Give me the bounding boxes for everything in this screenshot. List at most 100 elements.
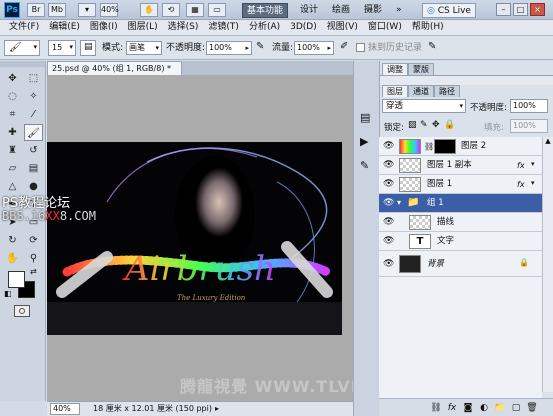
layer-row-group-1[interactable]: 👁 ▾ 📁 组 1 (379, 194, 542, 213)
menu-view[interactable]: 视图(V) (322, 20, 363, 35)
marquee-tool-icon[interactable]: ⬚ (24, 70, 43, 87)
bridge-button[interactable]: Br (27, 3, 45, 17)
foreground-color-swatch-top[interactable] (8, 271, 25, 288)
menu-3d[interactable]: 3D(D) (285, 20, 322, 35)
brush-size-picker[interactable]: 15 ▾ (48, 40, 76, 56)
tab-masks[interactable]: 蒙版 (408, 63, 434, 75)
minimize-button[interactable]: – (496, 3, 511, 16)
expand-triangle-icon[interactable]: ▾ (397, 198, 401, 207)
layer-row-layer-2[interactable]: 👁 ⛓ 图层 2 (379, 137, 542, 156)
blend-mode-select[interactable]: 穿透 ▾ (382, 99, 466, 113)
chevron-down-icon[interactable]: ▾ (531, 160, 535, 168)
fx-badge[interactable]: fx (517, 159, 525, 172)
airbrush-icon[interactable]: ✐ (340, 41, 348, 52)
tool-presets-icon[interactable]: ✎ (360, 159, 369, 172)
swap-colors-icon[interactable]: ⇄ (30, 267, 37, 276)
fx-badge[interactable]: fx (517, 178, 525, 191)
lock-all-icon[interactable]: 🔒 (444, 120, 455, 130)
mini-bridge-button[interactable]: Mb (48, 3, 66, 17)
rotate-view-icon[interactable]: ⟲ (162, 3, 180, 17)
chevron-down-icon[interactable]: ▾ (531, 179, 535, 187)
info-menu-icon[interactable]: ▸ (215, 402, 219, 416)
eye-icon[interactable]: 👁 (383, 217, 394, 227)
healing-tool-icon[interactable]: ✚ (3, 124, 22, 141)
scroll-up-icon[interactable]: ▲ (543, 137, 553, 145)
arrange-documents-icon[interactable]: ▦ (186, 3, 204, 17)
layers-scrollbar[interactable]: ▲ (542, 137, 553, 392)
3d-rotate-tool-icon[interactable]: ↻ (3, 232, 22, 249)
lasso-tool-icon[interactable]: ◌ (3, 88, 22, 105)
default-colors-icon[interactable]: ◧ (4, 289, 12, 298)
brush-tool-icon[interactable]: 🖌 (24, 124, 43, 141)
mode-select[interactable]: 画笔 ▾ (126, 41, 162, 55)
cs-live-button[interactable]: ◎ CS Live (422, 3, 476, 18)
tool-preset-picker[interactable]: 🖌 ▾ (4, 40, 40, 56)
close-window-button[interactable]: × (530, 3, 545, 16)
history-brush-tool-icon[interactable]: ↺ (24, 142, 43, 159)
eyedropper-tool-icon[interactable]: ⁄ (24, 106, 43, 123)
canvas-image[interactable]: Airbrush The Luxury Edition (47, 142, 342, 335)
opacity-input[interactable]: 100% ▸ (206, 41, 252, 55)
menu-file[interactable]: 文件(F) (4, 20, 44, 35)
history-panel-icon[interactable]: ▤ (360, 111, 370, 124)
lock-image-icon[interactable]: ✎ (420, 120, 428, 130)
brush-panel-toggle[interactable]: ▤ (80, 40, 96, 56)
eye-icon[interactable]: 👁 (383, 259, 394, 269)
tablet-size-icon[interactable]: ✎ (428, 41, 436, 52)
tab-adjustments[interactable]: 调整 (382, 63, 408, 75)
menu-select[interactable]: 选择(S) (163, 20, 204, 35)
menu-image[interactable]: 图像(I) (85, 20, 123, 35)
adjustment-layer-icon[interactable]: ◐ (477, 402, 491, 414)
eye-icon[interactable]: 👁 (383, 198, 394, 208)
eye-icon[interactable]: 👁 (383, 179, 394, 189)
workspace-design-button[interactable]: 设计 (296, 3, 322, 18)
hand-tool-icon[interactable]: ✋ (3, 250, 22, 267)
menu-layer[interactable]: 图层(L) (123, 20, 163, 35)
trash-icon[interactable]: 🗑 (525, 402, 539, 414)
crop-tool-icon[interactable]: ⌗ (3, 106, 22, 123)
workspace-painting-button[interactable]: 绘画 (328, 3, 354, 18)
tab-channels[interactable]: 通道 (408, 85, 434, 97)
new-group-icon[interactable]: 📁 (493, 402, 507, 414)
3d-orbit-tool-icon[interactable]: ⟳ (24, 232, 43, 249)
gradient-tool-icon[interactable]: ▤ (24, 160, 43, 177)
history-checkbox[interactable] (356, 43, 365, 52)
menu-filter[interactable]: 滤镜(T) (203, 20, 244, 35)
move-tool-icon[interactable]: ✥ (3, 70, 22, 87)
eye-icon[interactable]: 👁 (383, 141, 394, 151)
menu-edit[interactable]: 编辑(E) (44, 20, 85, 35)
fill-input[interactable]: 100% (510, 119, 548, 133)
quick-mask-icon[interactable] (14, 305, 30, 317)
zoom-tool-icon[interactable]: ⚲ (24, 250, 43, 267)
flow-input[interactable]: 100% ▸ (294, 41, 334, 55)
hand-tool-icon[interactable]: ✋ (140, 3, 158, 17)
lock-position-icon[interactable]: ✥ (432, 120, 440, 130)
workspace-photography-button[interactable]: 摄影 (360, 3, 386, 18)
eye-icon[interactable]: 👁 (383, 236, 394, 246)
eye-icon[interactable]: 👁 (383, 160, 394, 170)
layer-row-background[interactable]: 👁 背景 🔒 (379, 251, 542, 277)
workspace-overflow-button[interactable]: » (392, 3, 406, 18)
menu-window[interactable]: 窗口(W) (363, 20, 407, 35)
clone-stamp-tool-icon[interactable]: ♜ (3, 142, 22, 159)
tab-paths[interactable]: 路径 (434, 85, 460, 97)
actions-panel-icon[interactable]: ▶ (360, 135, 368, 148)
tablet-opacity-icon[interactable]: ✎ (256, 41, 264, 52)
layer-row-text[interactable]: 👁 T 文字 (379, 232, 542, 251)
tab-layers[interactable]: 图层 (382, 85, 408, 97)
eraser-tool-icon[interactable]: ▱ (3, 160, 22, 177)
link-layers-icon[interactable]: ⛓ (429, 402, 443, 414)
lock-pixels-icon[interactable]: ▨ (408, 120, 417, 130)
zoom-level-dropdown[interactable]: 40% (100, 3, 119, 17)
add-mask-icon[interactable]: ◙ (461, 402, 475, 414)
screen-mode-icon[interactable]: ▭ (208, 3, 226, 17)
workspace-essentials-button[interactable]: 基本功能 (242, 3, 289, 18)
menu-help[interactable]: 帮助(H) (407, 20, 449, 35)
layer-row-layer-1[interactable]: 👁 图层 1 fx ▾ (379, 175, 542, 194)
extras-dropdown[interactable]: ▾ (78, 3, 96, 17)
zoom-field[interactable]: 40% (50, 403, 80, 415)
layer-row-stroke[interactable]: 👁 描线 (379, 213, 542, 232)
menu-analysis[interactable]: 分析(A) (244, 20, 285, 35)
new-layer-icon[interactable]: ▢ (509, 402, 523, 414)
layer-row-layer-1-copy[interactable]: 👁 图层 1 副本 fx ▾ (379, 156, 542, 175)
